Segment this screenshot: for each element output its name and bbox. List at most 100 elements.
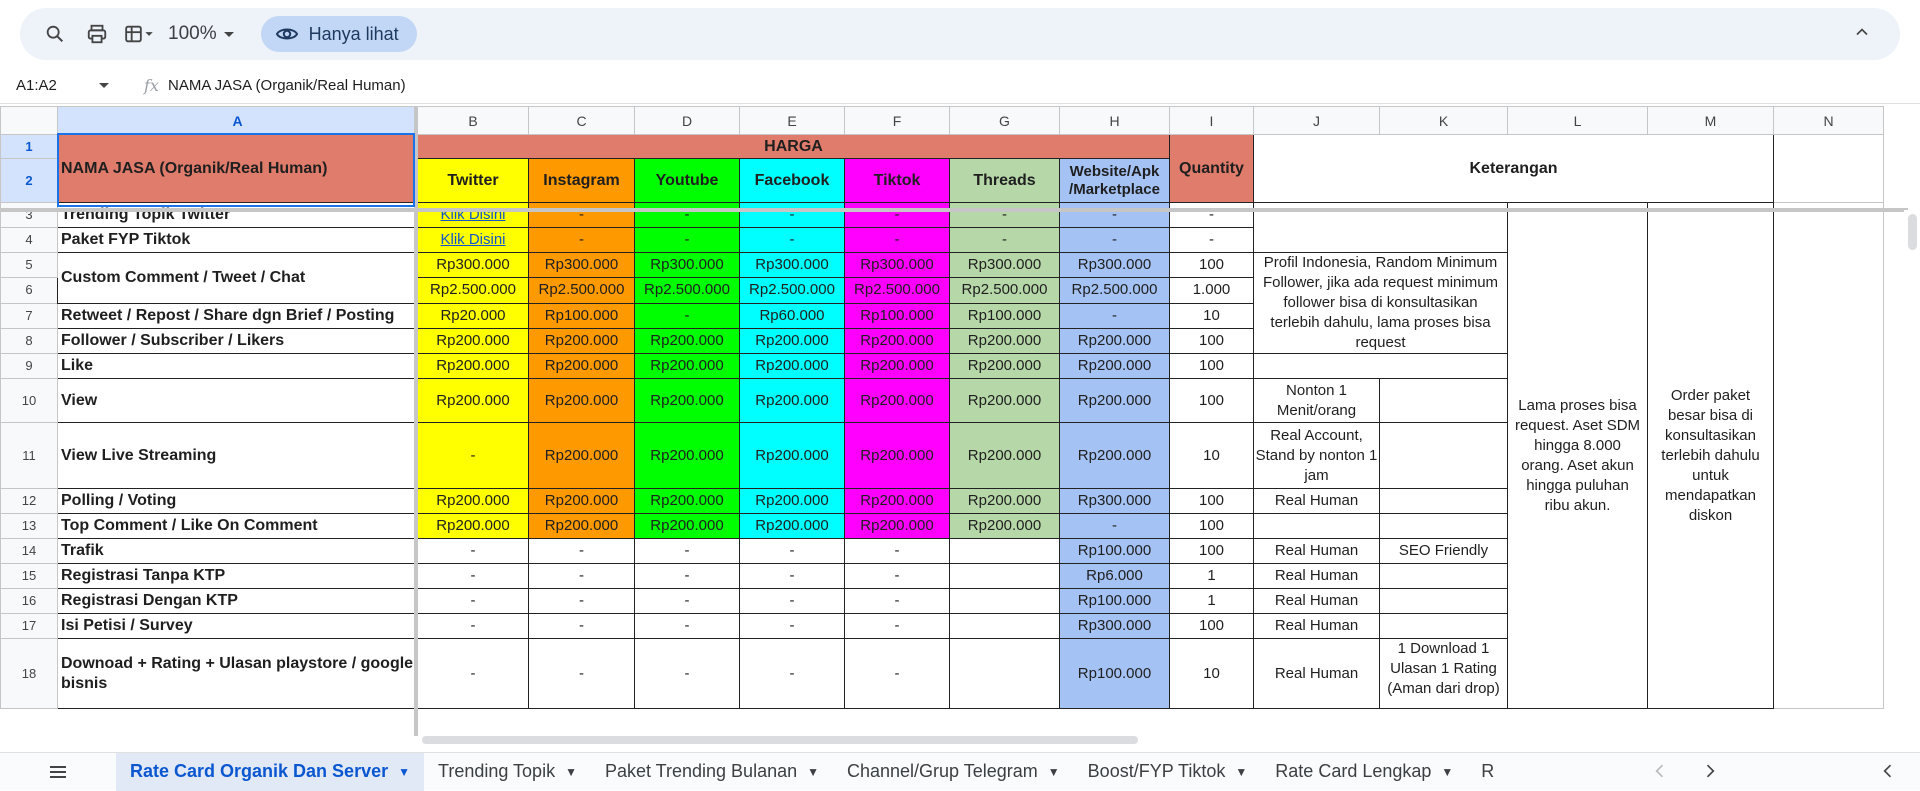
frozen-columns-divider[interactable]: [414, 106, 418, 736]
price-cell[interactable]: Rp200.000: [417, 327, 529, 355]
row-header[interactable]: 1: [0, 134, 58, 159]
price-cell[interactable]: -: [1059, 302, 1170, 329]
price-cell[interactable]: Rp200.000: [844, 422, 950, 489]
price-cell[interactable]: Rp200.000: [739, 378, 845, 423]
note-cell[interactable]: [1379, 513, 1508, 539]
price-cell[interactable]: -: [739, 563, 845, 589]
price-cell[interactable]: Rp300.000: [844, 251, 950, 279]
price-cell[interactable]: Rp300.000: [1059, 613, 1170, 639]
quantity-cell[interactable]: -: [1169, 227, 1254, 253]
price-cell[interactable]: -: [528, 227, 635, 253]
sheet-tab[interactable]: Channel/Grup Telegram ▼: [833, 753, 1074, 791]
column-header[interactable]: E: [739, 106, 845, 135]
price-cell[interactable]: Rp300.000: [634, 251, 740, 279]
price-cell[interactable]: -: [417, 613, 529, 639]
horizontal-scrollbar[interactable]: [418, 734, 1908, 746]
column-header[interactable]: N: [1773, 106, 1884, 135]
price-cell[interactable]: Rp200.000: [528, 327, 635, 355]
note-real-human[interactable]: Real Human: [1253, 563, 1380, 589]
price-cell[interactable]: Rp200.000: [528, 378, 635, 423]
price-cell[interactable]: -: [528, 202, 635, 228]
note-real-human[interactable]: Real Human: [1253, 488, 1380, 514]
quantity-cell[interactable]: 10: [1169, 422, 1254, 489]
price-cell[interactable]: Rp200.000: [1059, 353, 1170, 379]
column-header[interactable]: C: [528, 106, 635, 135]
service-name[interactable]: Paket FYP Tiktok: [57, 227, 418, 253]
price-cell[interactable]: -: [634, 613, 740, 639]
price-cell[interactable]: -: [417, 422, 529, 489]
quantity-cell[interactable]: -: [1169, 202, 1254, 228]
select-all-corner[interactable]: [0, 106, 58, 135]
row-header[interactable]: 17: [0, 613, 58, 639]
price-cell[interactable]: Rp100.000: [528, 302, 635, 329]
note-real-human[interactable]: Real Human: [1253, 588, 1380, 614]
price-cell[interactable]: Rp200.000: [528, 488, 635, 514]
note-cell[interactable]: [1379, 563, 1508, 589]
note-real-human[interactable]: Real Human: [1253, 613, 1380, 639]
price-cell[interactable]: Rp200.000: [417, 488, 529, 514]
price-cell[interactable]: Rp200.000: [949, 353, 1060, 379]
price-cell[interactable]: Rp200.000: [844, 378, 950, 423]
price-cell[interactable]: Rp300.000: [1059, 488, 1170, 514]
price-cell[interactable]: -: [739, 538, 845, 564]
print-icon[interactable]: [80, 16, 114, 52]
quantity-header[interactable]: Quantity: [1169, 134, 1254, 203]
sheet-tab[interactable]: Paket Trending Bulanan ▼: [591, 753, 833, 791]
scrollbar-thumb[interactable]: [422, 736, 1138, 744]
quantity-cell[interactable]: 10: [1169, 302, 1254, 329]
note-profile[interactable]: Profil Indonesia, Random Minimum Followe…: [1253, 252, 1508, 354]
column-header[interactable]: L: [1507, 106, 1648, 135]
price-cell[interactable]: Rp300.000: [949, 251, 1060, 279]
row-header[interactable]: 3: [0, 202, 58, 228]
price-cell[interactable]: Rp200.000: [844, 327, 950, 355]
service-name[interactable]: Registrasi Tanpa KTP: [57, 563, 418, 589]
row-header[interactable]: 5: [0, 251, 58, 279]
price-cell[interactable]: Rp300.000: [417, 251, 529, 279]
service-name[interactable]: Registrasi Dengan KTP: [57, 588, 418, 614]
price-cell[interactable]: -: [844, 638, 950, 709]
price-cell[interactable]: Rp200.000: [634, 353, 740, 379]
price-cell[interactable]: -: [634, 202, 740, 228]
price-cell[interactable]: -: [417, 563, 529, 589]
column-header[interactable]: D: [634, 106, 740, 135]
price-cell[interactable]: Klik Disini: [417, 202, 529, 228]
column-header[interactable]: H: [1059, 106, 1170, 135]
price-cell[interactable]: -: [949, 227, 1060, 253]
price-cell[interactable]: Rp200.000: [739, 513, 845, 539]
price-cell[interactable]: Rp200.000: [528, 353, 635, 379]
table-format-icon[interactable]: [122, 16, 156, 52]
chevron-left-icon[interactable]: [1878, 761, 1898, 786]
service-name[interactable]: Downoad + Rating + Ulasan playstore / go…: [57, 638, 418, 709]
price-cell[interactable]: Rp300.000: [739, 251, 845, 279]
price-cell[interactable]: Rp200.000: [528, 422, 635, 489]
service-name[interactable]: Custom Comment / Tweet / Chat: [57, 252, 418, 304]
price-cell[interactable]: -: [634, 588, 740, 614]
price-cell[interactable]: Rp100.000: [1059, 538, 1170, 564]
note-live[interactable]: Real Account, Stand by nonton 1 jam: [1253, 422, 1380, 489]
price-cell[interactable]: Rp200.000: [634, 422, 740, 489]
column-header[interactable]: M: [1647, 106, 1774, 135]
quantity-cell[interactable]: 100: [1169, 538, 1254, 564]
quantity-cell[interactable]: 1: [1169, 563, 1254, 589]
search-icon[interactable]: [38, 16, 72, 52]
service-name[interactable]: Follower / Subscriber / Likers: [57, 327, 418, 355]
price-cell[interactable]: -: [528, 613, 635, 639]
sheet-tab[interactable]: R: [1467, 753, 1508, 791]
price-cell[interactable]: -: [739, 227, 845, 253]
price-cell[interactable]: Klik Disini: [417, 227, 529, 253]
service-name[interactable]: View: [57, 378, 418, 423]
note-view[interactable]: Nonton 1 Menit/orang: [1253, 378, 1380, 423]
price-cell[interactable]: Rp200.000: [739, 353, 845, 379]
price-cell[interactable]: Rp200.000: [528, 513, 635, 539]
price-cell[interactable]: [949, 638, 1060, 709]
price-cell[interactable]: Rp200.000: [634, 327, 740, 355]
price-cell[interactable]: [949, 588, 1060, 614]
quantity-cell[interactable]: 100: [1169, 613, 1254, 639]
price-cell[interactable]: Rp200.000: [739, 488, 845, 514]
platform-header[interactable]: Website/Apk /Marketplace: [1059, 158, 1170, 203]
platform-header[interactable]: Youtube: [634, 158, 740, 203]
frozen-rows-divider[interactable]: [0, 208, 1908, 212]
price-cell[interactable]: Rp200.000: [949, 327, 1060, 355]
formula-content[interactable]: NAMA JASA (Organik/Real Human): [158, 77, 406, 94]
price-cell[interactable]: Rp2.500.000: [844, 277, 950, 304]
